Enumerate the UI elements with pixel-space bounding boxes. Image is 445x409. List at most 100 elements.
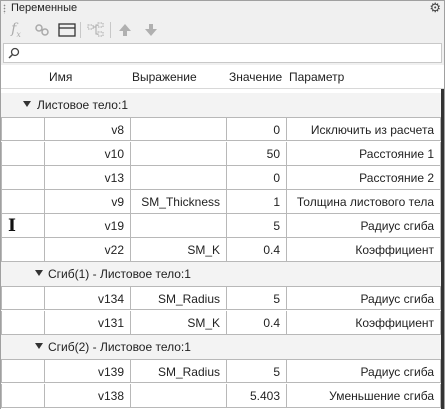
row-header-cell[interactable]: [1, 384, 45, 408]
expression-text: SM_Radius: [157, 292, 220, 306]
expression-cell[interactable]: SM_K: [131, 311, 227, 335]
table-row[interactable]: v131 SM_K 0.4 Коэффициент: [1, 311, 444, 335]
column-value-header[interactable]: Значение: [229, 70, 282, 84]
parameter-text: Радиус сгиба: [360, 365, 434, 379]
gear-icon[interactable]: ⚙: [429, 1, 441, 15]
row-header-cell[interactable]: [1, 311, 45, 335]
row-header-cell[interactable]: [1, 190, 45, 214]
parameter-cell[interactable]: Расстояние 2: [287, 166, 441, 190]
value-cell[interactable]: 0.4: [227, 311, 287, 335]
value-text: 0.4: [263, 243, 280, 257]
column-expression-header[interactable]: Выражение: [132, 70, 197, 84]
value-cell[interactable]: 1: [227, 190, 287, 214]
toolbar: fx: [1, 17, 444, 43]
expression-cell[interactable]: [131, 166, 227, 190]
parameter-cell[interactable]: Коэффициент: [287, 238, 441, 262]
table-row[interactable]: I v19 5 Радиус сгиба: [1, 214, 444, 238]
name-text: v8: [111, 123, 124, 137]
value-cell[interactable]: 0: [227, 117, 287, 141]
row-header-cell[interactable]: [1, 359, 45, 383]
group-row[interactable]: Сгиб(2) - Листовое тело:1: [1, 335, 444, 359]
table-row[interactable]: v13 0 Расстояние 2: [1, 166, 444, 190]
name-cell[interactable]: v19: [45, 214, 131, 238]
value-text: 1: [273, 195, 280, 209]
row-header-cell[interactable]: I: [1, 214, 45, 238]
name-cell[interactable]: v22: [45, 238, 131, 262]
group-row[interactable]: Сгиб(1) - Листовое тело:1: [1, 262, 444, 286]
column-parameter-header[interactable]: Параметр: [289, 70, 344, 84]
parameter-text: Расстояние 1: [359, 147, 434, 161]
name-text: v19: [104, 219, 124, 233]
table-row[interactable]: v10 50 Расстояние 1: [1, 142, 444, 166]
tree-button[interactable]: [85, 19, 107, 41]
name-cell[interactable]: v13: [45, 166, 131, 190]
table-view-button[interactable]: [56, 19, 78, 41]
name-cell[interactable]: v9: [45, 190, 131, 214]
row-header-cell[interactable]: [1, 117, 45, 141]
expression-cell[interactable]: SM_Thickness: [131, 190, 227, 214]
parameter-cell[interactable]: Толщина листового тела: [287, 190, 441, 214]
value-cell[interactable]: 50: [227, 142, 287, 166]
parameter-cell[interactable]: Радиус сгиба: [287, 286, 441, 310]
value-cell[interactable]: 5: [227, 359, 287, 383]
expression-cell[interactable]: SM_Radius: [131, 286, 227, 310]
collapse-triangle-icon[interactable]: [23, 101, 31, 107]
name-text: v138: [97, 389, 124, 403]
panel-title: Переменные: [11, 2, 78, 14]
name-cell[interactable]: v8: [45, 117, 131, 141]
parameter-cell[interactable]: Уменьшение сгиба: [287, 384, 441, 408]
expression-text: SM_Thickness: [141, 195, 220, 209]
table-row[interactable]: v8 0 Исключить из расчета: [1, 117, 444, 141]
parameter-cell[interactable]: Коэффициент: [287, 311, 441, 335]
parameter-text: Радиус сгиба: [360, 219, 434, 233]
name-text: v131: [97, 316, 124, 330]
row-header-cell[interactable]: [1, 166, 45, 190]
name-cell[interactable]: v134: [45, 286, 131, 310]
text-cursor-icon: I: [8, 216, 16, 236]
search-field[interactable]: [3, 43, 442, 63]
value-cell[interactable]: 5: [227, 286, 287, 310]
collapse-triangle-icon[interactable]: [35, 270, 43, 276]
expression-cell[interactable]: [131, 117, 227, 141]
value-cell[interactable]: 5: [227, 214, 287, 238]
group-label: Листовое тело:1: [37, 98, 128, 112]
arrow-down-icon: [145, 24, 157, 36]
fx-button[interactable]: fx: [5, 19, 27, 41]
link-button[interactable]: [31, 19, 53, 41]
value-cell[interactable]: 5.403: [227, 384, 287, 408]
variables-table: Листовое тело:1 v8 0 Исключить из расчет…: [1, 89, 444, 409]
name-cell[interactable]: v131: [45, 311, 131, 335]
move-up-button[interactable]: [114, 19, 136, 41]
expression-cell[interactable]: [131, 142, 227, 166]
table-row[interactable]: v22 SM_K 0.4 Коэффициент: [1, 238, 444, 262]
vertical-scrollbar[interactable]: [441, 89, 444, 409]
row-header-cell[interactable]: [1, 286, 45, 310]
expression-cell[interactable]: [131, 214, 227, 238]
drag-grip[interactable]: [3, 4, 6, 14]
group-row[interactable]: Листовое тело:1: [1, 93, 444, 117]
move-down-button[interactable]: [140, 19, 162, 41]
table-row[interactable]: v134 SM_Radius 5 Радиус сгиба: [1, 286, 444, 310]
parameter-text: Коэффициент: [355, 243, 434, 257]
column-name-header[interactable]: Имя: [49, 70, 72, 84]
name-cell[interactable]: v10: [45, 142, 131, 166]
parameter-text: Радиус сгиба: [360, 292, 434, 306]
parameter-cell[interactable]: Радиус сгиба: [287, 214, 441, 238]
parameter-cell[interactable]: Радиус сгиба: [287, 359, 441, 383]
row-header-cell[interactable]: [1, 238, 45, 262]
parameter-cell[interactable]: Расстояние 1: [287, 142, 441, 166]
table-row[interactable]: v138 5.403 Уменьшение сгиба: [1, 384, 444, 408]
expression-cell[interactable]: SM_Radius: [131, 359, 227, 383]
table-row[interactable]: v139 SM_Radius 5 Радиус сгиба: [1, 359, 444, 383]
row-header-cell[interactable]: [1, 142, 45, 166]
value-cell[interactable]: 0.4: [227, 238, 287, 262]
variables-panel: Переменные ⚙ fx Имя Выражение Значение П…: [0, 0, 445, 409]
table-row[interactable]: v9 SM_Thickness 1 Толщина листового тела: [1, 190, 444, 214]
expression-cell[interactable]: [131, 384, 227, 408]
name-cell[interactable]: v139: [45, 359, 131, 383]
collapse-triangle-icon[interactable]: [35, 343, 43, 349]
name-cell[interactable]: v138: [45, 384, 131, 408]
expression-cell[interactable]: SM_K: [131, 238, 227, 262]
parameter-cell[interactable]: Исключить из расчета: [287, 117, 441, 141]
value-cell[interactable]: 0: [227, 166, 287, 190]
